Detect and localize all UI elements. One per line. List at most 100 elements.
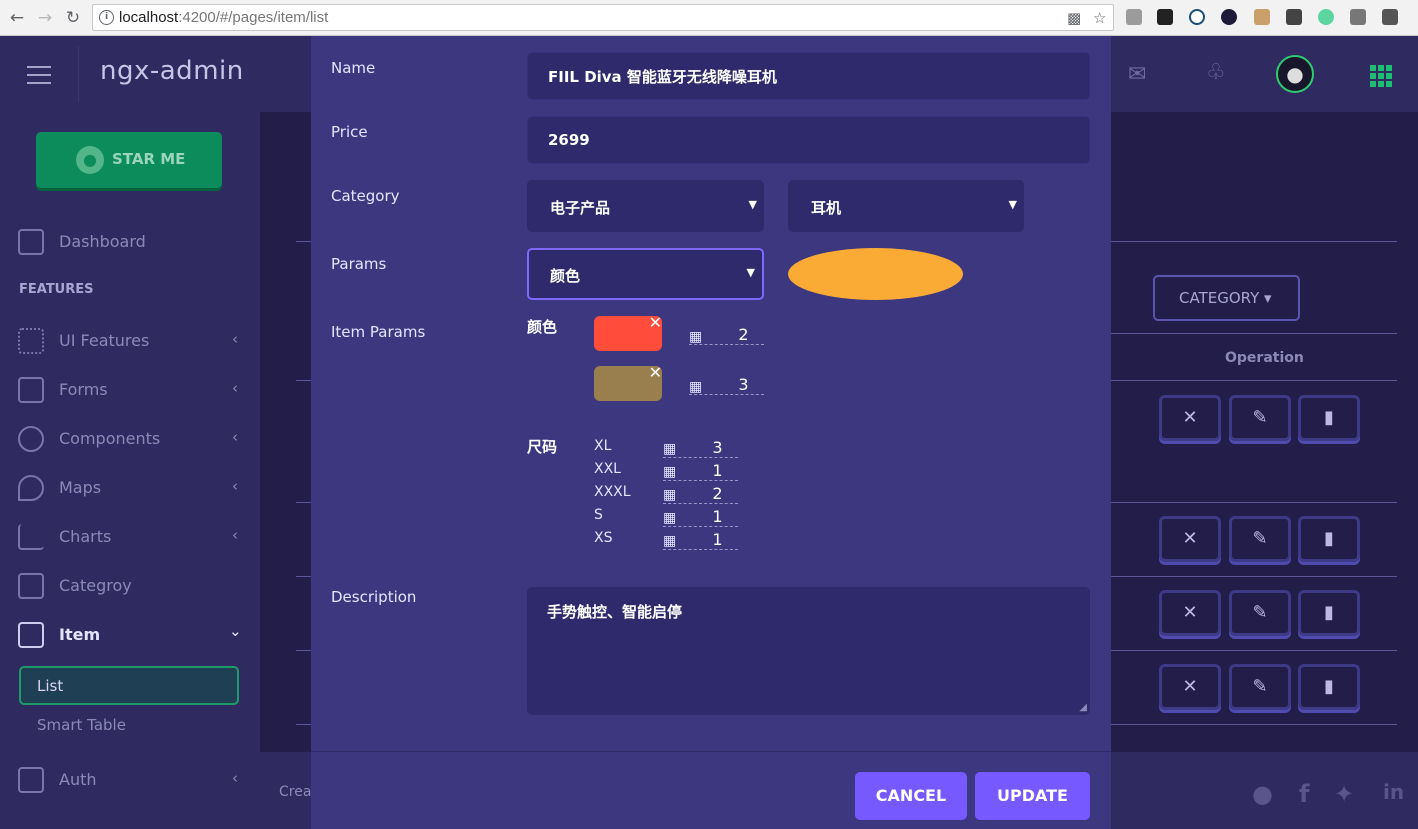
remove-icon[interactable]: ✕ — [649, 363, 662, 382]
sidebar-item-components[interactable]: Components ‹ — [0, 418, 260, 458]
category-primary-select[interactable]: 电子产品 ▼ — [527, 180, 764, 232]
sidebar-item-dashboard[interactable]: Dashboard — [0, 221, 260, 261]
sidebar-item-ui-features[interactable]: UI Features ‹ — [0, 320, 260, 360]
chevron-down-icon: ⌄ — [229, 622, 242, 640]
category-button-label: CATEGORY ▾ — [1179, 289, 1272, 307]
name-input[interactable]: FIIL Diva 智能蓝牙无线降噪耳机 — [527, 52, 1090, 100]
size-label: S — [594, 507, 603, 523]
star-me-label: STAR ME — [112, 150, 186, 168]
edit-button[interactable]: ✎ — [1229, 664, 1291, 710]
size-label: XS — [594, 530, 613, 546]
extension-icon[interactable] — [1382, 9, 1398, 25]
sidebar-subitem-label: List — [37, 677, 64, 695]
brand-logo[interactable]: ngx-admin — [100, 56, 244, 86]
description-label: Description — [331, 588, 417, 606]
color-group-title: 颜色 — [527, 318, 558, 336]
quantity-input[interactable]: 2 — [689, 325, 764, 345]
sidebar-item-charts[interactable]: Charts ‹ — [0, 516, 260, 556]
sidebar-item-categroy[interactable]: Categroy — [0, 565, 260, 605]
modal-footer-divider — [311, 751, 1111, 752]
sidebar-item-forms[interactable]: Forms ‹ — [0, 369, 260, 409]
chevron-left-icon: ‹ — [232, 428, 238, 446]
github-icon: ● — [76, 146, 104, 174]
sidebar-item-label: UI Features — [59, 331, 150, 350]
avatar[interactable]: ● — [1276, 55, 1314, 93]
chevron-left-icon: ‹ — [232, 330, 238, 348]
select-value: 耳机 — [811, 199, 842, 217]
divider — [1111, 333, 1397, 334]
linkedin-icon[interactable]: in — [1383, 780, 1404, 804]
quantity-input[interactable]: 2 — [663, 484, 738, 504]
edit-button[interactable]: ✎ — [1229, 516, 1291, 562]
sidebar-subitem-smart-table[interactable]: Smart Table — [37, 716, 126, 734]
bookmark-star-icon[interactable]: ☆ — [1093, 9, 1106, 27]
apps-grid-icon[interactable] — [1370, 65, 1392, 87]
category-secondary-select[interactable]: 耳机 ▼ — [788, 180, 1024, 232]
update-button[interactable]: UPDATE — [975, 772, 1090, 820]
edit-form-icon — [18, 377, 44, 403]
color-swatch[interactable]: ✕ — [594, 363, 662, 401]
detail-button[interactable]: ▮ — [1298, 516, 1360, 562]
cancel-button[interactable]: CANCEL — [855, 772, 967, 820]
color-picker-swatch[interactable] — [788, 248, 963, 300]
quantity-input[interactable]: 1 — [663, 461, 738, 481]
facebook-icon[interactable]: f — [1299, 780, 1309, 808]
sidebar-item-label: Charts — [59, 527, 112, 546]
name-label: Name — [331, 59, 376, 77]
menu-icon[interactable] — [27, 66, 51, 84]
twitter-icon[interactable]: ✦ — [1334, 780, 1354, 808]
chevron-left-icon: ‹ — [232, 769, 238, 787]
info-icon[interactable]: i — [99, 10, 114, 25]
translate-icon[interactable]: ▩ — [1067, 9, 1081, 27]
delete-button[interactable]: ✕ — [1159, 395, 1221, 441]
sidebar-item-item[interactable]: Item ⌄ — [0, 614, 260, 654]
size-label: XXL — [594, 461, 621, 477]
chevron-left-icon: ‹ — [232, 379, 238, 397]
quantity-input[interactable]: 1 — [663, 507, 738, 527]
category-dropdown-button[interactable]: CATEGORY ▾ — [1153, 275, 1300, 321]
extension-icon[interactable] — [1254, 9, 1270, 25]
extension-icon[interactable] — [1286, 9, 1302, 25]
address-bar[interactable]: i localhost:4200/#/pages/item/list ▩ ☆ — [92, 4, 1114, 31]
back-icon[interactable]: ← — [6, 7, 28, 29]
edit-button[interactable]: ✎ — [1229, 395, 1291, 441]
github-icon[interactable]: ● — [1252, 780, 1273, 808]
description-text: 手势触控、智能启停 — [547, 603, 683, 621]
extension-icon[interactable] — [1350, 9, 1366, 25]
forward-icon[interactable]: → — [34, 7, 56, 29]
detail-button[interactable]: ▮ — [1298, 590, 1360, 636]
layout-icon — [18, 622, 44, 648]
sidebar-item-auth[interactable]: Auth ‹ — [0, 759, 260, 799]
extension-icon[interactable] — [1126, 9, 1142, 25]
edit-button[interactable]: ✎ — [1229, 590, 1291, 636]
reload-icon[interactable]: ↻ — [62, 7, 84, 29]
url-text[interactable]: localhost:4200/#/pages/item/list — [119, 9, 328, 26]
resize-handle-icon[interactable]: ◢ — [1079, 702, 1087, 713]
delete-button[interactable]: ✕ — [1159, 516, 1221, 562]
sidebar-subitem-list[interactable]: List — [19, 666, 239, 705]
caret-down-icon: ▼ — [1008, 198, 1017, 211]
quantity-input[interactable]: 1 — [663, 530, 738, 550]
mail-icon[interactable]: ✉ — [1128, 62, 1146, 87]
bell-icon[interactable]: ♧ — [1206, 60, 1226, 85]
extension-icon[interactable] — [1189, 9, 1205, 25]
sidebar-item-label: Categroy — [59, 576, 132, 595]
extension-icon[interactable] — [1157, 9, 1173, 25]
quantity-input[interactable]: 3 — [663, 438, 738, 458]
quantity-input[interactable]: 3 — [689, 375, 764, 395]
params-select[interactable]: 颜色 ▼ — [527, 248, 764, 300]
star-me-button[interactable]: ● STAR ME — [36, 132, 222, 188]
sidebar-item-label: Auth — [59, 770, 97, 789]
remove-icon[interactable]: ✕ — [649, 313, 662, 332]
sidebar-item-maps[interactable]: Maps ‹ — [0, 467, 260, 507]
extension-icon[interactable] — [1318, 9, 1334, 25]
color-swatch[interactable]: ✕ — [594, 313, 662, 351]
price-input[interactable]: 2699 — [527, 116, 1090, 164]
detail-button[interactable]: ▮ — [1298, 395, 1360, 441]
detail-button[interactable]: ▮ — [1298, 664, 1360, 710]
description-textarea[interactable]: 手势触控、智能启停 ◢ — [527, 587, 1090, 715]
price-label: Price — [331, 123, 368, 141]
delete-button[interactable]: ✕ — [1159, 664, 1221, 710]
extension-icon[interactable] — [1221, 9, 1237, 25]
delete-button[interactable]: ✕ — [1159, 590, 1221, 636]
